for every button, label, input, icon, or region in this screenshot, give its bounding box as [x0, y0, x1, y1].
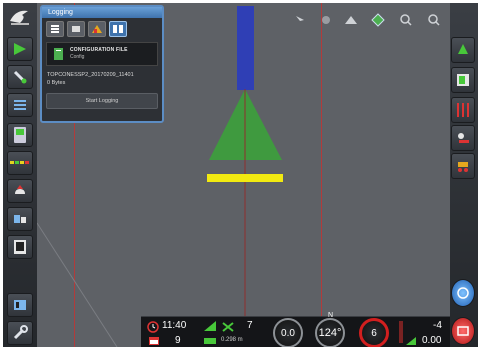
field-map-icon [457, 74, 469, 86]
tilt-tool[interactable] [344, 13, 358, 27]
accuracy-value: 0.298 m [221, 337, 243, 343]
tab-book[interactable] [109, 21, 127, 37]
transfer-icon [14, 215, 26, 223]
list-view-button[interactable] [7, 93, 33, 117]
blue-steering-icon [457, 287, 469, 299]
panel-header: Logging [42, 7, 162, 18]
book-icon [113, 25, 123, 33]
offset-indicator-bar [399, 321, 403, 343]
device-icon [14, 300, 26, 310]
speed-value: 0.0 [281, 327, 295, 339]
rate-value: 6 [371, 327, 377, 339]
offset-top-value: -4 [433, 320, 442, 331]
wrench-green-icon [13, 70, 27, 84]
zoom-in-tool[interactable] [399, 13, 413, 27]
screen-button[interactable] [7, 235, 33, 259]
red-engage-icon [457, 326, 469, 336]
green-triangle-icon [406, 337, 416, 345]
swath-icon [10, 161, 29, 164]
implement-button[interactable] [451, 125, 475, 151]
dot-icon [322, 16, 330, 24]
list-icon [14, 100, 26, 110]
list-icon [51, 25, 59, 33]
heading-value: 124° [318, 327, 342, 339]
calendar-icon [149, 337, 159, 345]
zoom-out-icon [428, 14, 440, 26]
pointer-tool[interactable] [293, 13, 307, 27]
console-icon [14, 127, 26, 143]
date-day: 9 [175, 335, 181, 346]
guidance-arrow-button[interactable] [7, 37, 33, 61]
logging-panel: Logging CONFIGURATION FILE Config TOPCON… [40, 5, 164, 123]
screen-icon [14, 240, 26, 254]
config-file-icon [54, 48, 63, 60]
vehicle-setup-button[interactable] [451, 37, 475, 63]
tab-display[interactable] [67, 21, 85, 37]
log-file-name: TOPCONESSP2_20170209_11401 [47, 72, 134, 78]
tractor-button[interactable] [451, 153, 475, 179]
rows-icon [457, 103, 469, 117]
tab-logging[interactable] [46, 21, 64, 37]
upload-button[interactable] [7, 179, 33, 203]
engage-button[interactable] [451, 317, 475, 345]
brand-logo [7, 5, 33, 29]
tractor-icon [458, 162, 468, 172]
panel-tabs [42, 18, 162, 40]
guidance-bar [237, 6, 254, 90]
time-value: 11:40 [162, 320, 187, 331]
green-shape-icon [458, 44, 468, 54]
tab-alerts[interactable] [88, 21, 106, 37]
wrench-icon [13, 325, 28, 340]
signal-icon [204, 321, 216, 331]
rate-gauge-highlighted[interactable]: 6 [359, 318, 389, 347]
config-value: Config [70, 54, 85, 60]
right-toolbar [450, 3, 478, 347]
implement-bar [207, 174, 283, 182]
diagnostics-button[interactable] [7, 293, 33, 317]
status-bar: 11:40 9 7 0.298 m 0.0 N 124° 6 -4 0.00 [141, 312, 450, 347]
monitor-icon [72, 26, 80, 32]
satellite-count: 7 [247, 320, 253, 331]
cloud-upload-icon [15, 185, 25, 194]
pointer-icon [296, 16, 304, 21]
diamond-icon [371, 13, 385, 27]
tools-button[interactable] [7, 65, 33, 89]
settings-button[interactable] [7, 321, 33, 345]
zoom-in-icon [400, 14, 412, 26]
green-arrow-icon [14, 43, 26, 55]
rtk-icon [204, 338, 216, 344]
zoom-out-tool[interactable] [427, 13, 441, 27]
rows-button[interactable] [451, 97, 475, 123]
satellite-icon [222, 322, 234, 332]
field-button[interactable] [451, 67, 475, 93]
heading-gauge[interactable]: N 124° [315, 312, 345, 347]
left-toolbar [3, 3, 37, 347]
swath-button[interactable] [7, 151, 33, 175]
compass-north: N [328, 312, 334, 319]
clock-icon [147, 321, 159, 333]
log-file-size: 0 Bytes [47, 80, 66, 86]
tilt-view-icon [345, 16, 357, 24]
implement-icon [458, 133, 469, 143]
display-screen: Logging CONFIGURATION FILE Config TOPCON… [3, 3, 478, 347]
steering-button[interactable] [451, 279, 475, 307]
warning-icon [92, 25, 102, 33]
data-transfer-button[interactable] [7, 207, 33, 231]
field-boundary-line [37, 222, 118, 347]
center-tool[interactable] [371, 13, 385, 27]
start-logging-button[interactable]: Start Logging [46, 93, 158, 109]
speed-gauge[interactable]: 0.0 [273, 318, 303, 347]
configuration-file-box[interactable]: CONFIGURATION FILE Config [46, 42, 158, 66]
console-button[interactable] [7, 123, 33, 147]
record-tool[interactable] [319, 13, 333, 27]
offset-bottom-value: 0.00 [422, 335, 442, 346]
config-title: CONFIGURATION FILE [70, 47, 128, 53]
